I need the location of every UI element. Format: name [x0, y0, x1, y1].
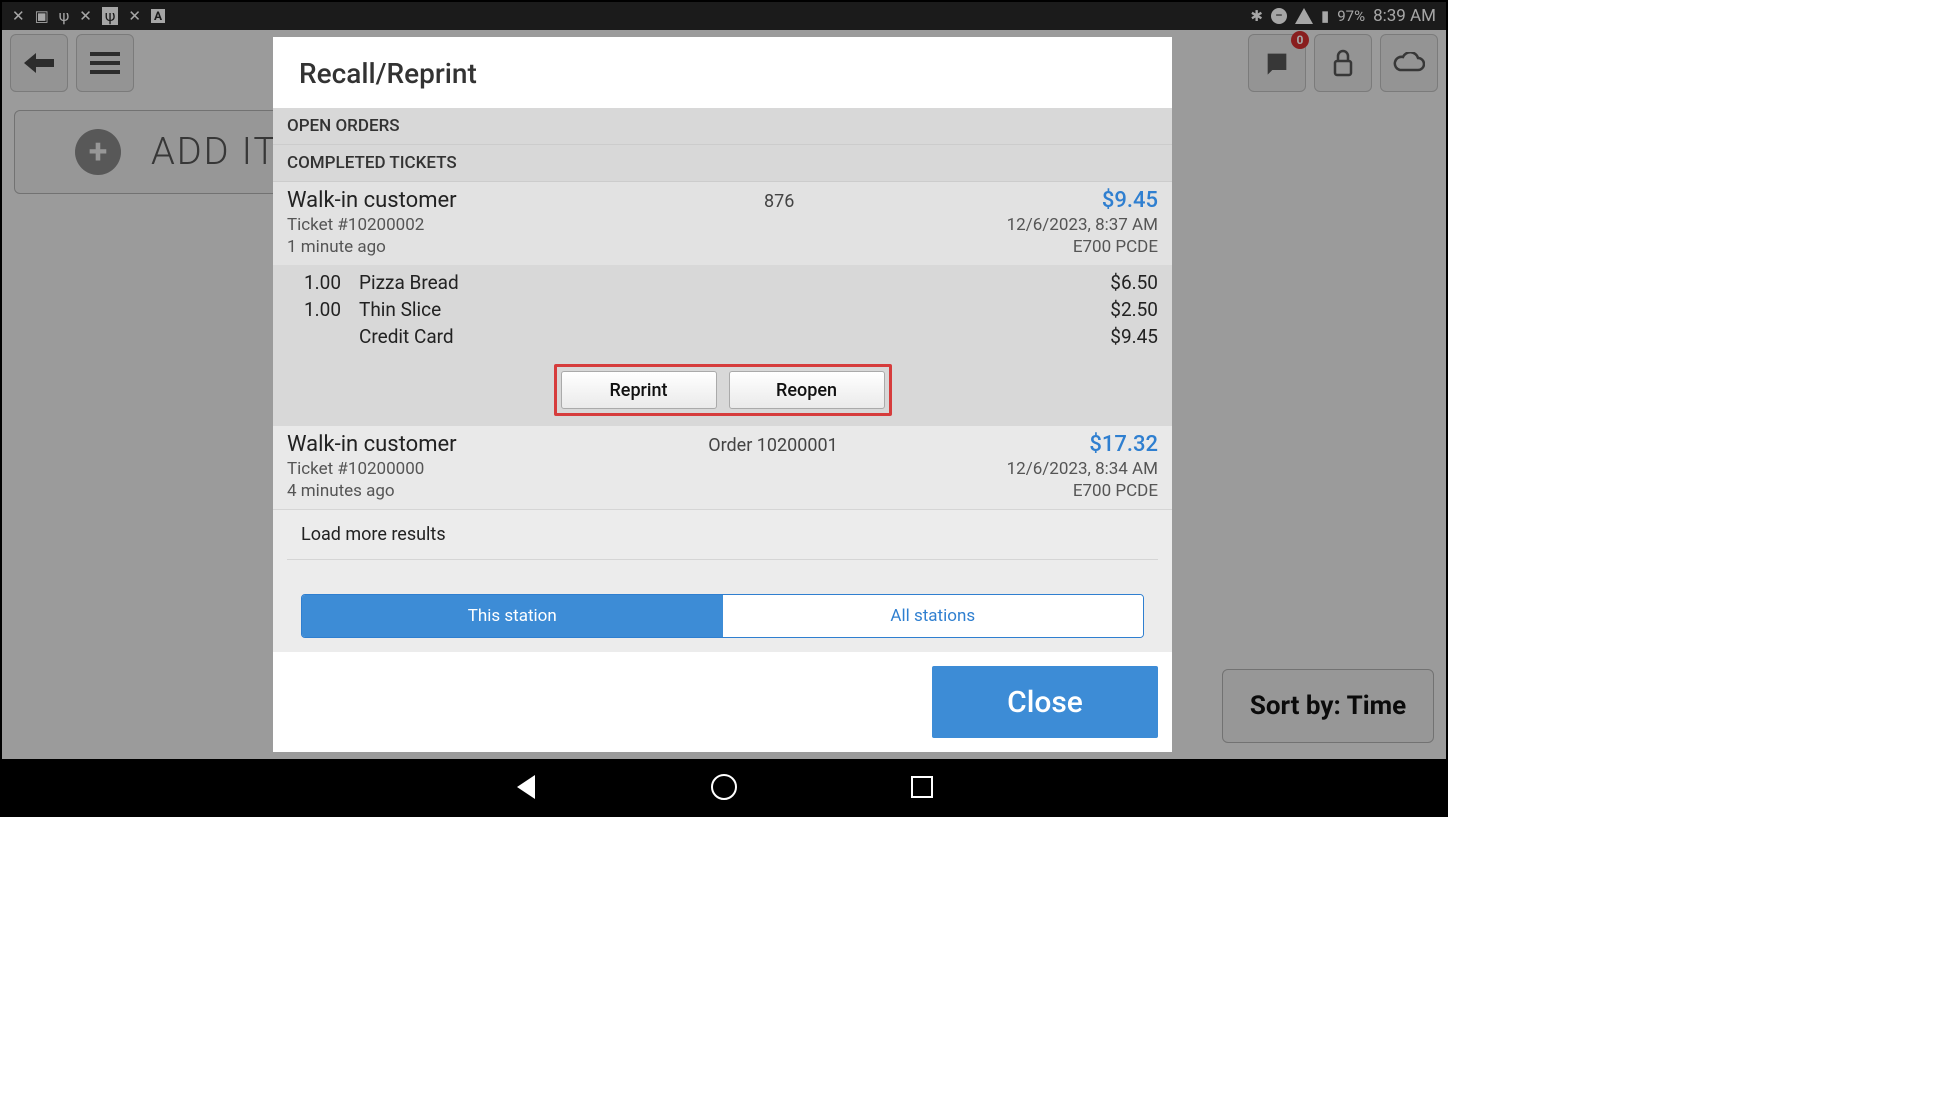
circle-home-icon	[711, 774, 737, 800]
item-qty: 1.00	[287, 271, 359, 294]
ticket-customer: Walk-in customer	[287, 188, 457, 213]
ticket-amount: $9.45	[1102, 188, 1158, 213]
nav-recents-button[interactable]	[908, 773, 936, 801]
ticket-order-number: Order 10200001	[457, 435, 1090, 456]
ticket-datetime: 12/6/2023, 8:37 AM	[1007, 215, 1158, 235]
device-frame: ✕ ▣ ψ ✕ ψ ✕ A ✱ − ▮ 97% 8:39 AM 0	[0, 0, 1448, 817]
line-item: 1.00 Pizza Bread $6.50	[287, 269, 1158, 296]
line-item: 1.00 Thin Slice $2.50	[287, 296, 1158, 323]
ticket-elapsed: 1 minute ago	[287, 237, 386, 257]
ticket-order-number: 876	[457, 191, 1102, 212]
ticket-actions: Reprint Reopen	[273, 354, 1172, 426]
item-name: Pizza Bread	[359, 271, 1058, 294]
item-name: Thin Slice	[359, 298, 1058, 321]
ticket-amount: $17.32	[1089, 432, 1158, 457]
ticket-station: E700 PCDE	[1073, 237, 1158, 257]
nav-home-button[interactable]	[710, 773, 738, 801]
ticket-number: Ticket #10200002	[287, 215, 424, 235]
station-filter: This station All stations	[301, 594, 1144, 638]
ticket-row[interactable]: Walk-in customer 876 $9.45 Ticket #10200…	[273, 182, 1172, 426]
item-price: $2.50	[1058, 298, 1158, 321]
filter-all-stations[interactable]: All stations	[723, 595, 1144, 637]
item-price: $9.45	[1058, 325, 1158, 348]
triangle-back-icon	[517, 775, 535, 799]
nav-back-button[interactable]	[512, 773, 540, 801]
ticket-row[interactable]: Walk-in customer Order 10200001 $17.32 T…	[273, 426, 1172, 510]
dialog-title: Recall/Reprint	[273, 37, 1172, 108]
load-more-button[interactable]: Load more results	[287, 510, 1158, 560]
close-button[interactable]: Close	[932, 666, 1158, 738]
section-completed-tickets[interactable]: COMPLETED TICKETS	[273, 145, 1172, 182]
ticket-datetime: 12/6/2023, 8:34 AM	[1007, 459, 1158, 479]
item-name: Credit Card	[359, 325, 1058, 348]
reprint-button[interactable]: Reprint	[561, 371, 717, 409]
item-qty: 1.00	[287, 298, 359, 321]
ticket-elapsed: 4 minutes ago	[287, 481, 395, 501]
android-nav-bar	[2, 759, 1446, 815]
ticket-number: Ticket #10200000	[287, 459, 424, 479]
square-recents-icon	[911, 776, 933, 798]
actions-highlight: Reprint Reopen	[554, 364, 892, 416]
ticket-items: 1.00 Pizza Bread $6.50 1.00 Thin Slice $…	[273, 265, 1172, 354]
section-open-orders[interactable]: OPEN ORDERS	[273, 108, 1172, 145]
recall-reprint-dialog: Recall/Reprint OPEN ORDERS COMPLETED TIC…	[273, 37, 1172, 752]
filter-this-station[interactable]: This station	[302, 595, 723, 637]
reopen-button[interactable]: Reopen	[729, 371, 885, 409]
line-item: Credit Card $9.45	[287, 323, 1158, 350]
ticket-station: E700 PCDE	[1073, 481, 1158, 501]
ticket-customer: Walk-in customer	[287, 432, 457, 457]
item-qty	[287, 325, 359, 348]
item-price: $6.50	[1058, 271, 1158, 294]
